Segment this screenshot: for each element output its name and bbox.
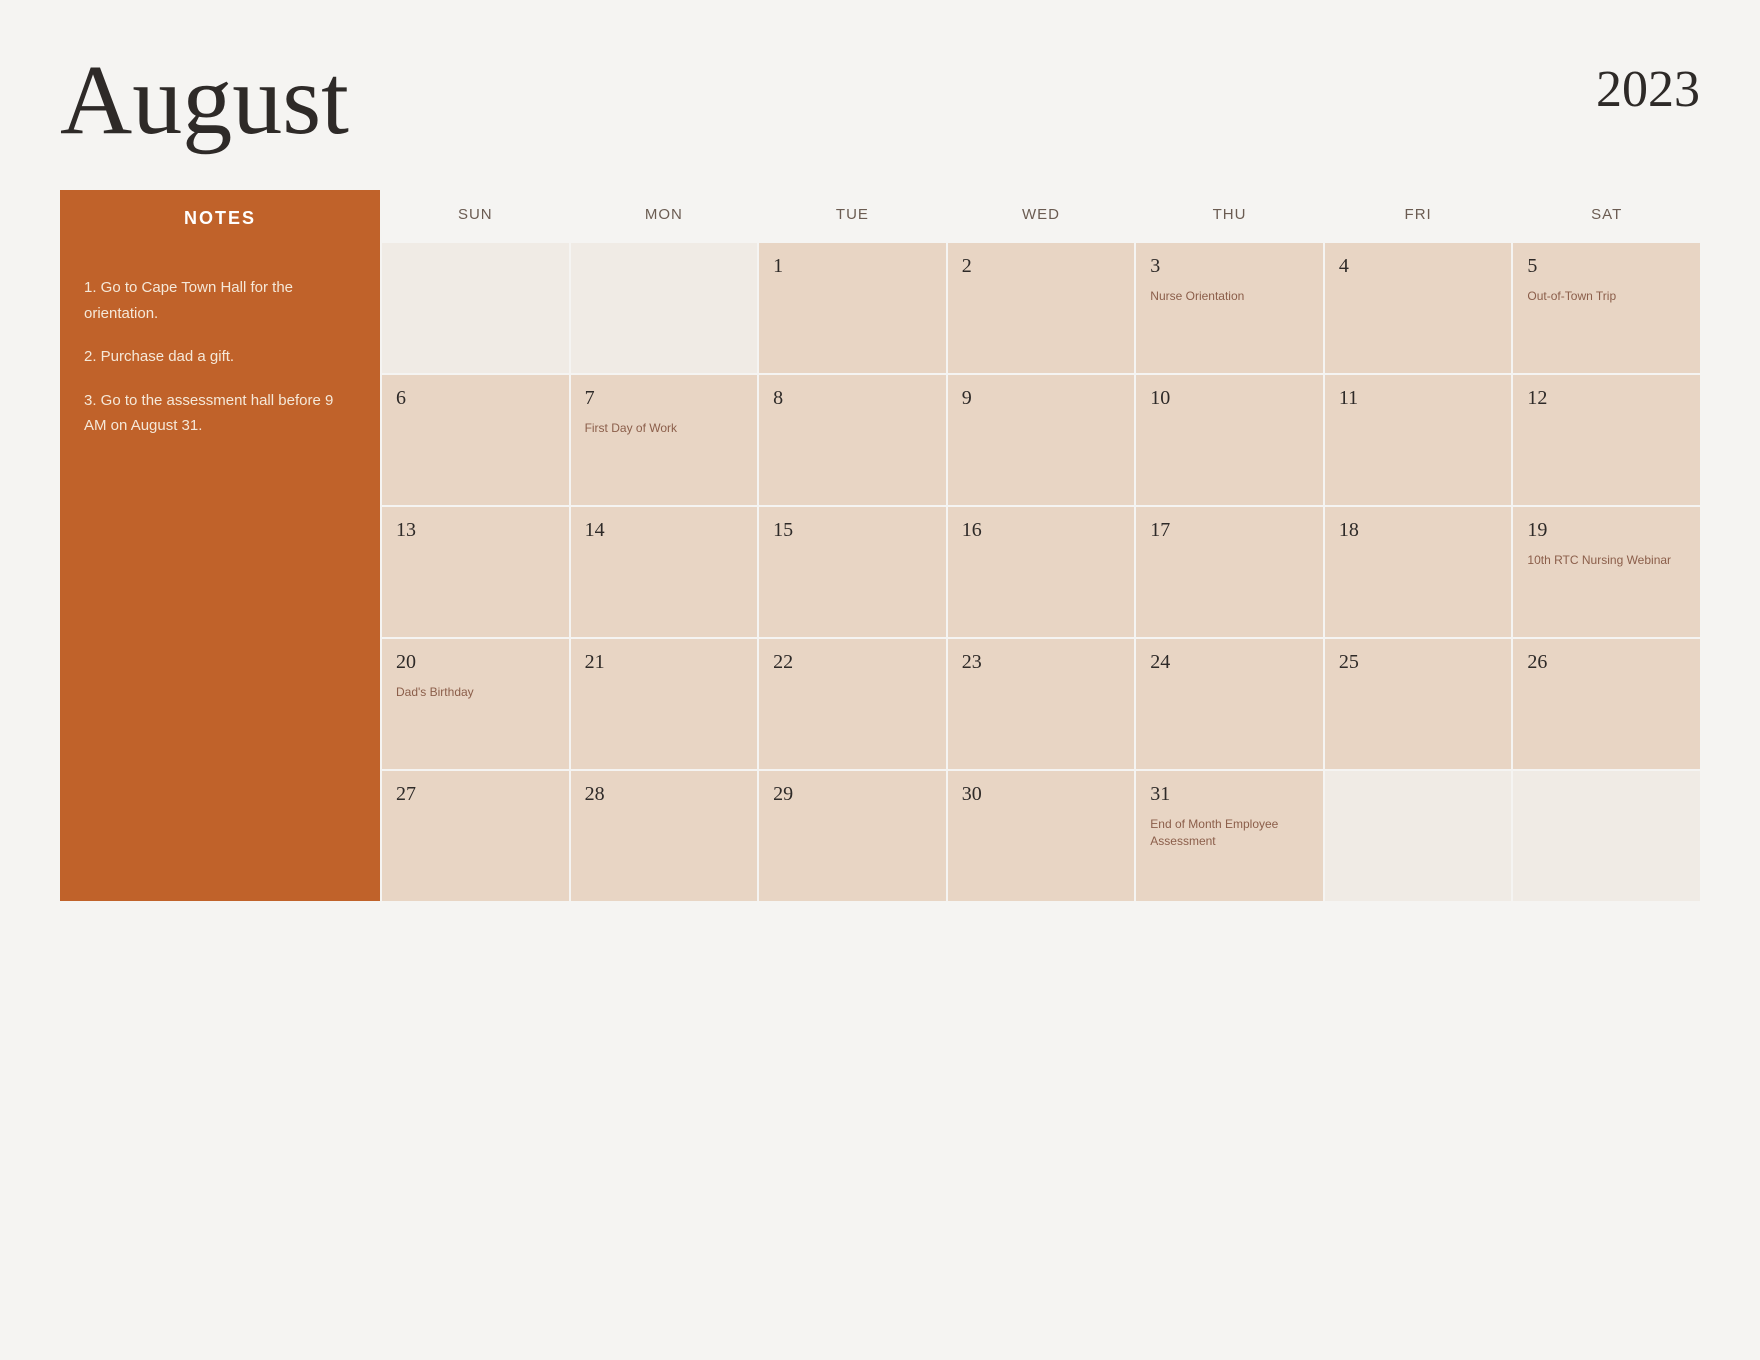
day-number: 11 [1339,387,1498,410]
day-number: 27 [396,783,555,806]
day-cell: 26 [1511,639,1700,769]
day-number: 14 [585,519,744,542]
day-number: 26 [1527,651,1686,674]
day-number: 23 [962,651,1121,674]
day-number: 31 [1150,783,1309,806]
day-number: 17 [1150,519,1309,542]
day-cell [1511,771,1700,901]
day-number: 24 [1150,651,1309,674]
day-cell: 18 [1323,507,1512,637]
day-cell [569,243,758,373]
day-header-tue: TUE [757,190,946,239]
day-headers: SUNMONTUEWEDTHUFRISAT [380,190,1700,241]
calendar-grid: SUNMONTUEWEDTHUFRISAT 123Nurse Orientati… [380,190,1700,901]
day-number: 1 [773,255,932,278]
event-text: Dad's Birthday [396,684,555,701]
day-number: 20 [396,651,555,674]
day-cell [1323,771,1512,901]
day-cell: 19 10th RTC Nursing Webinar [1511,507,1700,637]
day-cell [380,243,569,373]
day-cell: 29 [757,771,946,901]
day-cell: 23 [946,639,1135,769]
day-cell: 8 [757,375,946,505]
day-cell: 4 [1323,243,1512,373]
day-number: 30 [962,783,1121,806]
day-cell: 22 [757,639,946,769]
day-header-mon: MON [569,190,758,239]
day-number: 13 [396,519,555,542]
calendar-container: NOTES 1. Go to Cape Town Hall for the or… [60,190,1700,901]
event-text: Out-of-Town Trip [1527,288,1686,305]
day-number: 21 [585,651,744,674]
day-cell: 11 [1323,375,1512,505]
day-cell: 28 [569,771,758,901]
page-header: August 2023 [60,50,1700,150]
note-item-1: 1. Go to Cape Town Hall for the orientat… [84,275,356,326]
day-number: 12 [1527,387,1686,410]
week-row-2: 6 7 First Day of Work 8 9 10 11 12 [380,373,1700,505]
day-number: 6 [396,387,555,410]
day-cell: 10 [1134,375,1323,505]
day-cell: 12 [1511,375,1700,505]
day-header-wed: WED [946,190,1135,239]
day-number: 9 [962,387,1121,410]
day-number: 2 [962,255,1121,278]
day-cell: 25 [1323,639,1512,769]
day-number: 8 [773,387,932,410]
notes-body: 1. Go to Cape Town Hall for the orientat… [60,247,380,901]
event-text: 10th RTC Nursing Webinar [1527,552,1686,569]
day-number: 5 [1527,255,1686,278]
day-cell: 31 End of Month Employee Assessment [1134,771,1323,901]
day-cell: 2 [946,243,1135,373]
day-number: 18 [1339,519,1498,542]
day-cell: 21 [569,639,758,769]
note-item-3: 3. Go to the assessment hall before 9 AM… [84,388,356,439]
day-number: 16 [962,519,1121,542]
event-text: End of Month Employee Assessment [1150,816,1309,850]
week-row-3: 13 14 15 16 17 18 19 10th RTC Nursing Webinar [380,505,1700,637]
day-cell: 24 [1134,639,1323,769]
note-item-2: 2. Purchase dad a gift. [84,344,356,370]
event-text: First Day of Work [585,420,744,437]
notes-section: NOTES 1. Go to Cape Town Hall for the or… [60,190,380,901]
day-number: 15 [773,519,932,542]
day-cell: 5 Out-of-Town Trip [1511,243,1700,373]
day-header-thu: THU [1134,190,1323,239]
day-cell: 7 First Day of Work [569,375,758,505]
day-number: 4 [1339,255,1498,278]
day-cell: 13 [380,507,569,637]
day-cell: 27 [380,771,569,901]
notes-header: NOTES [60,190,380,247]
weeks: 123Nurse Orientation45Out-of-Town Trip67… [380,241,1700,901]
event-text: Nurse Orientation [1150,288,1309,305]
day-cell: 30 [946,771,1135,901]
day-cell: 15 [757,507,946,637]
day-number: 3 [1150,255,1309,278]
day-cell: 9 [946,375,1135,505]
day-number: 28 [585,783,744,806]
day-cell: 17 [1134,507,1323,637]
day-header-sat: SAT [1511,190,1700,239]
day-cell: 20 Dad's Birthday [380,639,569,769]
day-header-sun: SUN [380,190,569,239]
week-row-5: 27 28 29 30 31 End of Month Employee Assessme… [380,769,1700,901]
day-number: 29 [773,783,932,806]
day-header-fri: FRI [1323,190,1512,239]
day-number: 22 [773,651,932,674]
day-cell: 3 Nurse Orientation [1134,243,1323,373]
day-number: 10 [1150,387,1309,410]
day-cell: 1 [757,243,946,373]
day-cell: 16 [946,507,1135,637]
week-row-4: 20 Dad's Birthday 21 22 23 24 25 26 [380,637,1700,769]
day-number: 19 [1527,519,1686,542]
day-cell: 14 [569,507,758,637]
day-number: 7 [585,387,744,410]
day-number: 25 [1339,651,1498,674]
month-title: August [60,50,349,150]
day-cell: 6 [380,375,569,505]
week-row-1: 1 2 3 Nurse Orientation 4 5 Out-of-Town Trip [380,241,1700,373]
year-title: 2023 [1596,50,1700,119]
